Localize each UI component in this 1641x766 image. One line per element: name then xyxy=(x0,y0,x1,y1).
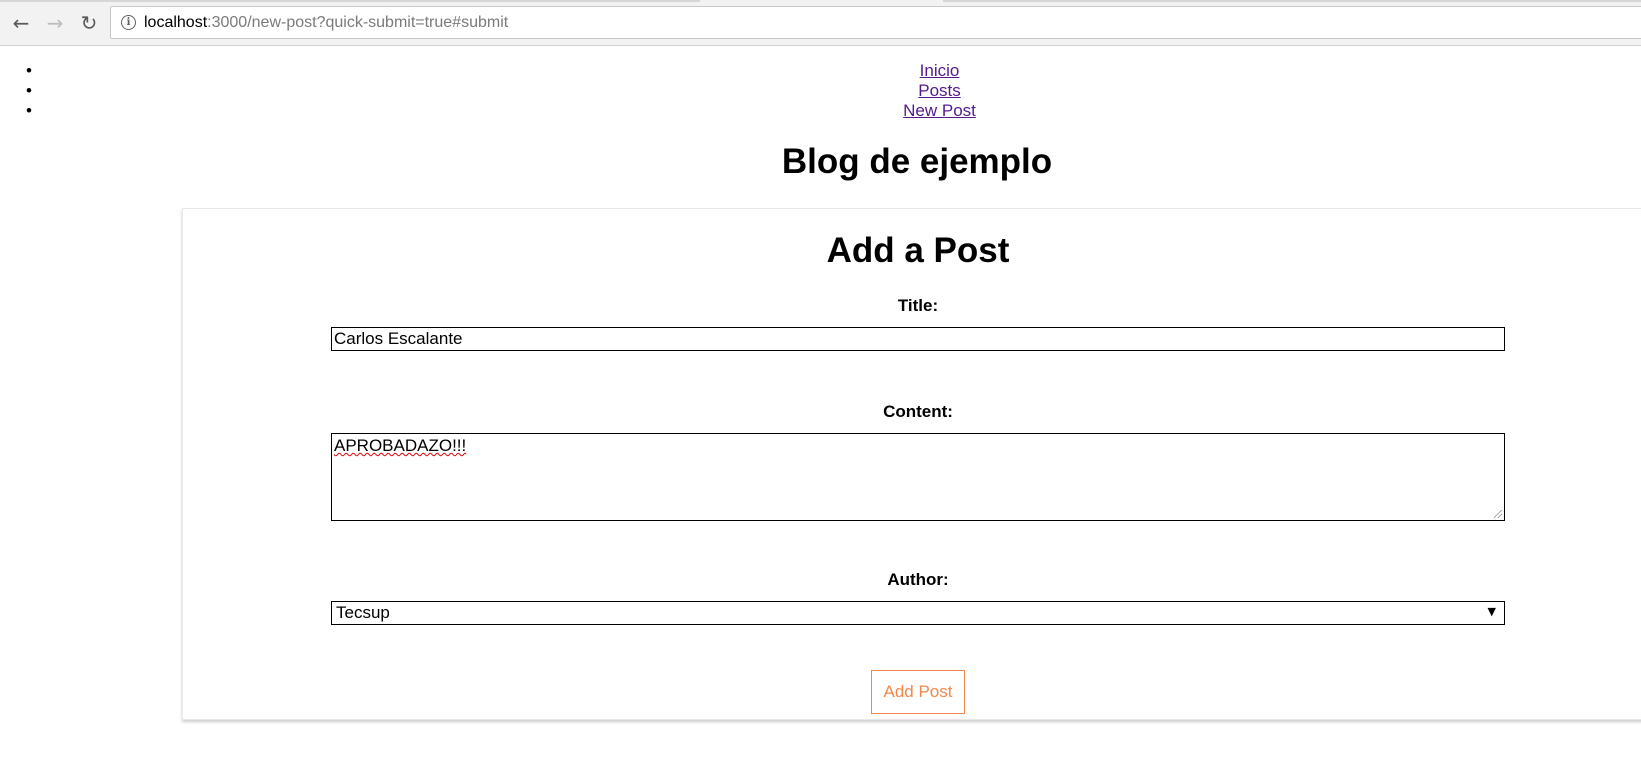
nav-link-inicio[interactable]: Inicio xyxy=(920,61,960,80)
add-post-button[interactable]: Add Post xyxy=(871,670,965,714)
resize-grip-icon[interactable] xyxy=(1494,510,1502,518)
reload-icon[interactable]: ↻ xyxy=(76,10,102,36)
nav-item-inicio: • Inicio xyxy=(0,61,1641,81)
dropdown-arrow-icon[interactable]: ▼ xyxy=(1488,605,1496,618)
nav-item-new-post: • New Post xyxy=(0,101,1641,121)
main-nav: • Inicio • Posts • New Post xyxy=(0,61,1641,121)
bullet: • xyxy=(26,101,32,120)
title-input[interactable] xyxy=(331,327,1505,351)
content-textarea[interactable]: APROBADAZO!!! xyxy=(331,433,1505,521)
url-host: localhost xyxy=(144,13,208,31)
author-label: Author: xyxy=(887,570,949,589)
title-label: Title: xyxy=(897,296,939,315)
form-heading: Add a Post xyxy=(826,231,1010,270)
forward-arrow-icon[interactable]: → xyxy=(42,10,68,36)
author-select[interactable]: Tecsup ▼ xyxy=(331,601,1505,625)
address-bar[interactable]: i localhost:3000/new-post?quick-submit=t… xyxy=(110,6,1641,39)
url-text[interactable]: localhost:3000/new-post?quick-submit=tru… xyxy=(144,14,508,32)
blog-title: Blog de ejemplo xyxy=(781,142,1053,181)
content-label: Content: xyxy=(883,402,953,421)
nav-link-new-post[interactable]: New Post xyxy=(903,101,976,120)
info-icon[interactable]: i xyxy=(121,15,136,30)
add-post-card: Add a Post Title: Content: APROBADAZO!!!… xyxy=(182,208,1641,720)
back-arrow-icon[interactable]: ← xyxy=(8,10,34,36)
bullet: • xyxy=(26,61,32,80)
tab-strip-edge xyxy=(0,0,700,2)
browser-toolbar: ← → ↻ i localhost:3000/new-post?quick-su… xyxy=(0,0,1641,46)
author-selected-value: Tecsup xyxy=(336,603,390,622)
bullet: • xyxy=(26,81,32,100)
nav-link-posts[interactable]: Posts xyxy=(918,81,961,100)
url-path: :3000/new-post?quick-submit=true#submit xyxy=(207,13,509,31)
nav-item-posts: • Posts xyxy=(0,81,1641,101)
tab-strip-edge xyxy=(943,0,1641,2)
content-value: APROBADAZO!!! xyxy=(334,436,467,455)
